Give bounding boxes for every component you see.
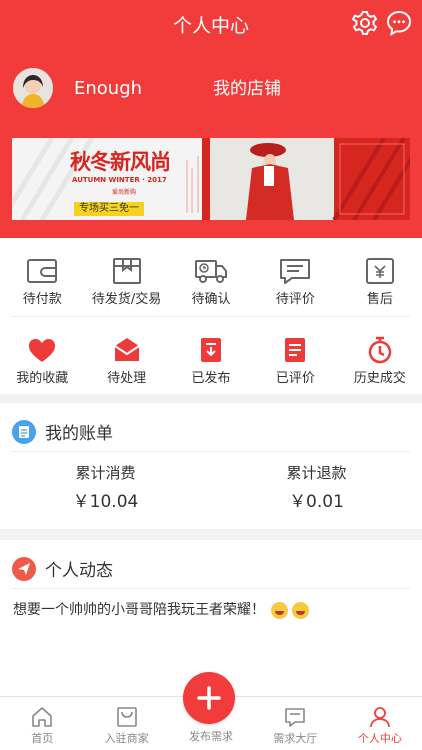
my-shop-link[interactable]: 我的店铺 (213, 78, 281, 100)
cell-label: 待确认 (191, 292, 231, 307)
tab-label: 首页 (31, 732, 54, 745)
orders-after-sales[interactable]: 售后 (338, 238, 422, 316)
bill-title: 我的账单 (45, 424, 113, 444)
bill-section: 我的账单 累计消费 ￥10.04 累计退款 ￥0.01 (0, 403, 422, 529)
tab-profile[interactable]: 个人中心 (338, 697, 422, 750)
published[interactable]: 已发布 (169, 317, 253, 395)
reviewed[interactable]: 已评价 (253, 317, 337, 395)
tab-label: 需求大厅 (273, 732, 318, 745)
total-spend-label: 累计消费 (75, 464, 136, 482)
paper-plane-icon (12, 556, 36, 581)
person-icon (369, 707, 390, 728)
orders-pending-review[interactable]: 待评价 (253, 238, 337, 316)
total-refund: 累计退款 ￥0.01 (211, 463, 422, 513)
cell-label: 我的收藏 (16, 371, 69, 386)
divider (12, 588, 410, 589)
cell-label: 待评价 (275, 292, 315, 307)
my-favorites[interactable]: 我的收藏 (0, 317, 84, 395)
profile-header: 个人中心 Enough 我的店铺 秋冬新风尚 AUTUMN WINTER · 2… (0, 0, 422, 238)
promo-banner[interactable]: 秋冬新风尚 AUTUMN WINTER · 2017 爱尚新购 专场买三免一 (12, 138, 410, 220)
tab-request-hall[interactable]: 需求大厅 (253, 697, 337, 750)
truck-icon (195, 260, 228, 283)
tab-label: 入驻商家 (104, 732, 149, 745)
clipboard-icon (12, 419, 36, 444)
tab-merchants[interactable]: 入驻商家 (84, 697, 168, 750)
activity-header[interactable]: 个人动态 (12, 556, 113, 581)
total-refund-value: ￥0.01 (289, 492, 344, 512)
cell-label: 待处理 (107, 371, 147, 386)
chat-icon (285, 708, 306, 727)
package-icon (112, 258, 141, 284)
total-refund-label: 累计退款 (286, 464, 347, 482)
comment-icon (280, 259, 311, 284)
pending-tasks[interactable]: 待处理 (84, 317, 168, 395)
tongue-emoji-icon (292, 601, 309, 619)
download-icon (201, 338, 222, 362)
tab-label: 发布需求 (189, 730, 234, 743)
post-request-button[interactable] (183, 672, 235, 724)
cell-label: 已发布 (191, 371, 231, 386)
heart-icon (29, 339, 56, 362)
total-spend-value: ￥10.04 (72, 492, 139, 512)
tab-label: 个人中心 (357, 732, 402, 745)
bill-header[interactable]: 我的账单 (12, 419, 113, 444)
activity-post-text: 想要一个帅帅的小哥哥陪我玩王者荣耀！ (13, 602, 265, 618)
activity-post[interactable]: 想要一个帅帅的小哥哥陪我玩王者荣耀！ (13, 600, 309, 620)
activity-title: 个人动态 (45, 561, 113, 581)
transaction-history[interactable]: 历史成交 (338, 317, 422, 395)
banner-promo: 专场买三免一 (79, 203, 139, 214)
orders-pending-confirm[interactable]: 待确认 (169, 238, 253, 316)
tab-home[interactable]: 首页 (0, 697, 84, 750)
document-icon (285, 338, 306, 362)
message-icon[interactable] (386, 10, 412, 36)
orders-pending-shipment[interactable]: 待发货/交易 (84, 238, 168, 316)
wallet-icon (27, 259, 58, 283)
divider (12, 451, 410, 452)
cell-label: 待付款 (22, 292, 62, 307)
mail-icon (114, 338, 140, 361)
stopwatch-icon (368, 336, 392, 364)
plus-icon (197, 686, 221, 710)
cell-label: 售后 (366, 292, 393, 307)
cell-label: 待发货/交易 (91, 292, 162, 307)
cell-label: 已评价 (275, 371, 315, 386)
refund-icon (365, 258, 394, 284)
home-icon (32, 707, 53, 727)
gear-icon[interactable] (352, 10, 378, 36)
banner-title: 秋冬新风尚 (70, 149, 171, 174)
username[interactable]: Enough (74, 78, 142, 100)
banner-small-text: 爱尚新购 (112, 189, 137, 196)
tongue-emoji-icon (271, 601, 288, 619)
cell-label: 历史成交 (353, 371, 406, 386)
orders-pending-payment[interactable]: 待付款 (0, 238, 84, 316)
banner-subtitle: AUTUMN WINTER · 2017 (72, 176, 167, 184)
store-icon (116, 707, 137, 727)
order-status-panel: 待付款 待发货/交易 待确认 待评价 售后 我的收藏 待处理 已发布 已评价 历… (0, 238, 422, 394)
total-spend: 累计消费 ￥10.04 (0, 463, 211, 513)
avatar[interactable] (13, 68, 53, 108)
